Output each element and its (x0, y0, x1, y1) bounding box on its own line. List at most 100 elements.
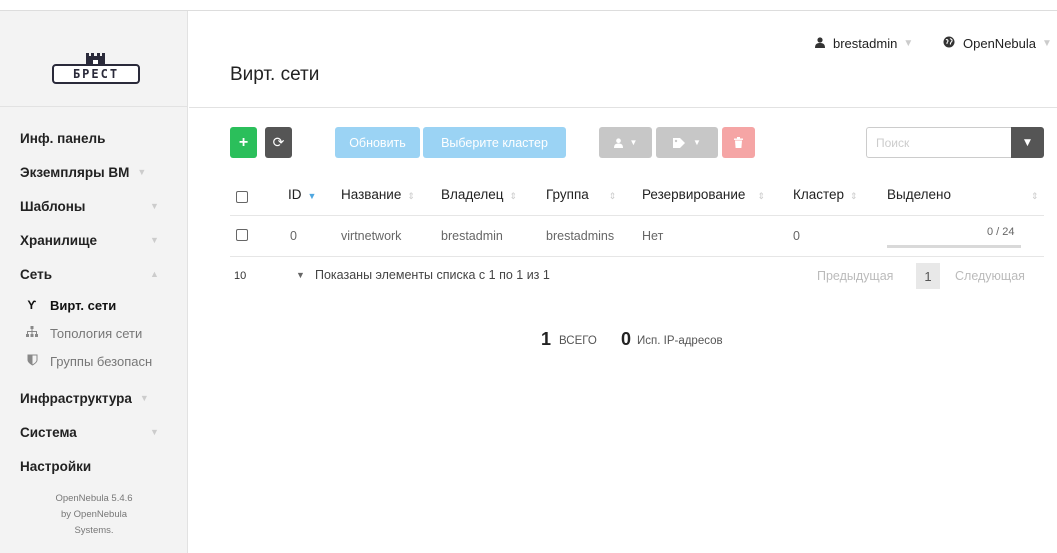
user-menu[interactable]: brestadmin ▼ (815, 36, 913, 51)
column-header-label: ID (288, 187, 302, 202)
total-count: 1 (541, 329, 552, 349)
header-divider (189, 107, 1057, 108)
chevron-down-icon: ▼ (150, 201, 159, 211)
user-name: brestadmin (833, 36, 898, 51)
change-owner-button[interactable]: ▼ (599, 127, 652, 158)
cell-id: 0 (290, 229, 297, 243)
chevron-down-icon: ▼ (150, 235, 159, 245)
sidebar-item-label: Экземпляры ВМ (20, 164, 130, 180)
sort-icon: ⇕ (850, 191, 858, 201)
sidebar-subitem-label: Вирт. сети (50, 297, 117, 313)
column-header-label: Владелец (441, 187, 504, 202)
sidebar-item-label: Шаблоны (20, 198, 86, 214)
shield-icon (24, 354, 40, 369)
sort-icon: ⇕ (509, 191, 517, 201)
user-icon (815, 36, 825, 51)
select-cluster-button[interactable]: Выберите кластер (423, 127, 566, 158)
labels-button[interactable]: ▼ (656, 127, 718, 158)
caret-down-icon: ▼ (296, 270, 305, 280)
add-button[interactable]: + (230, 127, 257, 158)
sidebar-subitem-label: Группы безопасн (50, 353, 153, 369)
refresh-button[interactable]: ⟳ (265, 127, 292, 158)
table-header-divider (230, 215, 1044, 216)
pagination-info: Показаны элементы списка с 1 по 1 из 1 (315, 268, 550, 282)
used-ips-count: 0 (621, 329, 632, 349)
footer-line: by OpenNebula (60, 509, 128, 520)
sidebar-item-label: Инф. панель (20, 130, 106, 146)
page-title: Вирт. сети (230, 64, 320, 85)
trash-icon (734, 137, 743, 148)
sidebar-item-network[interactable]: Сеть ▲ (0, 257, 187, 291)
sidebar-item-system[interactable]: Система ▼ (0, 415, 187, 449)
cell-name: virtnetwork (341, 229, 402, 243)
sidebar-item-settings[interactable]: Настройки (0, 449, 187, 483)
sort-desc-icon: ▼ (307, 191, 317, 201)
chevron-down-icon: ▼ (139, 393, 149, 403)
footer-line: Systems. (74, 525, 114, 536)
search-input[interactable] (866, 127, 1011, 158)
search-options-button[interactable]: ▼ (1011, 127, 1044, 158)
column-header-name[interactable]: Название ⇕ (341, 187, 415, 202)
pagination-next[interactable]: Следующая (955, 269, 1025, 283)
column-header-label: Кластер (793, 187, 845, 202)
sort-icon: ⇕ (757, 191, 765, 201)
sidebar-item-label: Система (20, 424, 77, 440)
refresh-icon: ⟳ (272, 134, 285, 150)
chevron-down-icon: ▼ (150, 427, 159, 437)
pagination-page-1[interactable]: 1 (916, 263, 940, 289)
brand-logo[interactable]: БРЕСТ (52, 51, 140, 85)
sidebar-subitem-secgroups[interactable]: Группы безопасн (0, 347, 187, 375)
zone-menu[interactable]: OpenNebula ▼ (943, 36, 1052, 51)
page-size-select[interactable]: 10 ▼ (230, 265, 310, 287)
sidebar-item-label: Хранилище (20, 232, 97, 248)
sidebar-subitem-vnets[interactable]: Ƴ Вирт. сети (0, 291, 187, 319)
network-fork-icon: Ƴ (27, 298, 37, 312)
column-header-allocated[interactable]: Выделено ⇕ (887, 187, 1039, 202)
version-footer: OpenNebula 5.4.6 by OpenNebula Systems. (0, 491, 188, 539)
caret-down-icon: ▼ (629, 138, 638, 147)
sidebar-subitem-topology[interactable]: Топология сети (0, 319, 187, 347)
sidebar-subitem-label: Топология сети (50, 325, 143, 341)
column-header-owner[interactable]: Владелец ⇕ (441, 187, 517, 202)
delete-button[interactable] (722, 127, 755, 158)
user-icon (613, 137, 623, 148)
column-header-label: Группа (546, 187, 589, 202)
chevron-up-icon: ▲ (150, 269, 159, 279)
sidebar-item-dashboard[interactable]: Инф. панель (0, 121, 187, 155)
update-button[interactable]: Обновить (335, 127, 420, 158)
sidebar-item-label: Инфраструктура (20, 390, 132, 406)
sidebar-item-infrastructure[interactable]: Инфраструктура ▼ (0, 381, 187, 415)
sidebar-item-label: Сеть (20, 266, 52, 282)
column-header-label: Выделено (887, 187, 951, 202)
pagination-prev[interactable]: Предыдущая (817, 269, 893, 283)
column-header-group[interactable]: Группа ⇕ (546, 187, 616, 202)
sidebar-item-vms[interactable]: Экземпляры ВМ ▼ (0, 155, 187, 189)
table-bottom-divider (230, 256, 1044, 257)
sort-icon: ⇕ (1031, 191, 1039, 201)
total-label: ВСЕГО (559, 335, 597, 347)
cell-reservation: Нет (642, 229, 664, 243)
cell-allocated-text: 0 / 24 (987, 226, 1015, 238)
used-ips-label: Исп. IP-адресов (637, 335, 723, 347)
castle-icon (86, 53, 105, 65)
column-header-label: Название (341, 187, 402, 202)
sidebar-item-storage[interactable]: Хранилище ▼ (0, 223, 187, 257)
column-header-id[interactable]: ID ▼ (288, 187, 316, 202)
footer-line: OpenNebula 5.4.6 (55, 493, 133, 504)
cell-group: brestadmins (546, 229, 615, 243)
zone-name: OpenNebula (963, 36, 1036, 51)
allocation-progress-bar (887, 245, 1021, 248)
column-header-reservation[interactable]: Резервирование ⇕ (642, 187, 765, 202)
chevron-down-icon: ▼ (903, 38, 914, 49)
logo-area: БРЕСТ (0, 11, 187, 107)
row-checkbox[interactable] (236, 229, 248, 241)
chevron-down-icon: ▼ (1042, 38, 1052, 49)
caret-down-icon: ▼ (1024, 137, 1031, 148)
page-size-value: 10 (234, 270, 247, 282)
select-all-checkbox[interactable] (236, 191, 248, 203)
sidebar-item-templates[interactable]: Шаблоны ▼ (0, 189, 187, 223)
chevron-down-icon: ▼ (137, 167, 147, 177)
caret-down-icon: ▼ (693, 138, 701, 147)
column-header-cluster[interactable]: Кластер ⇕ (793, 187, 858, 202)
brand-plate: БРЕСТ (52, 64, 140, 84)
